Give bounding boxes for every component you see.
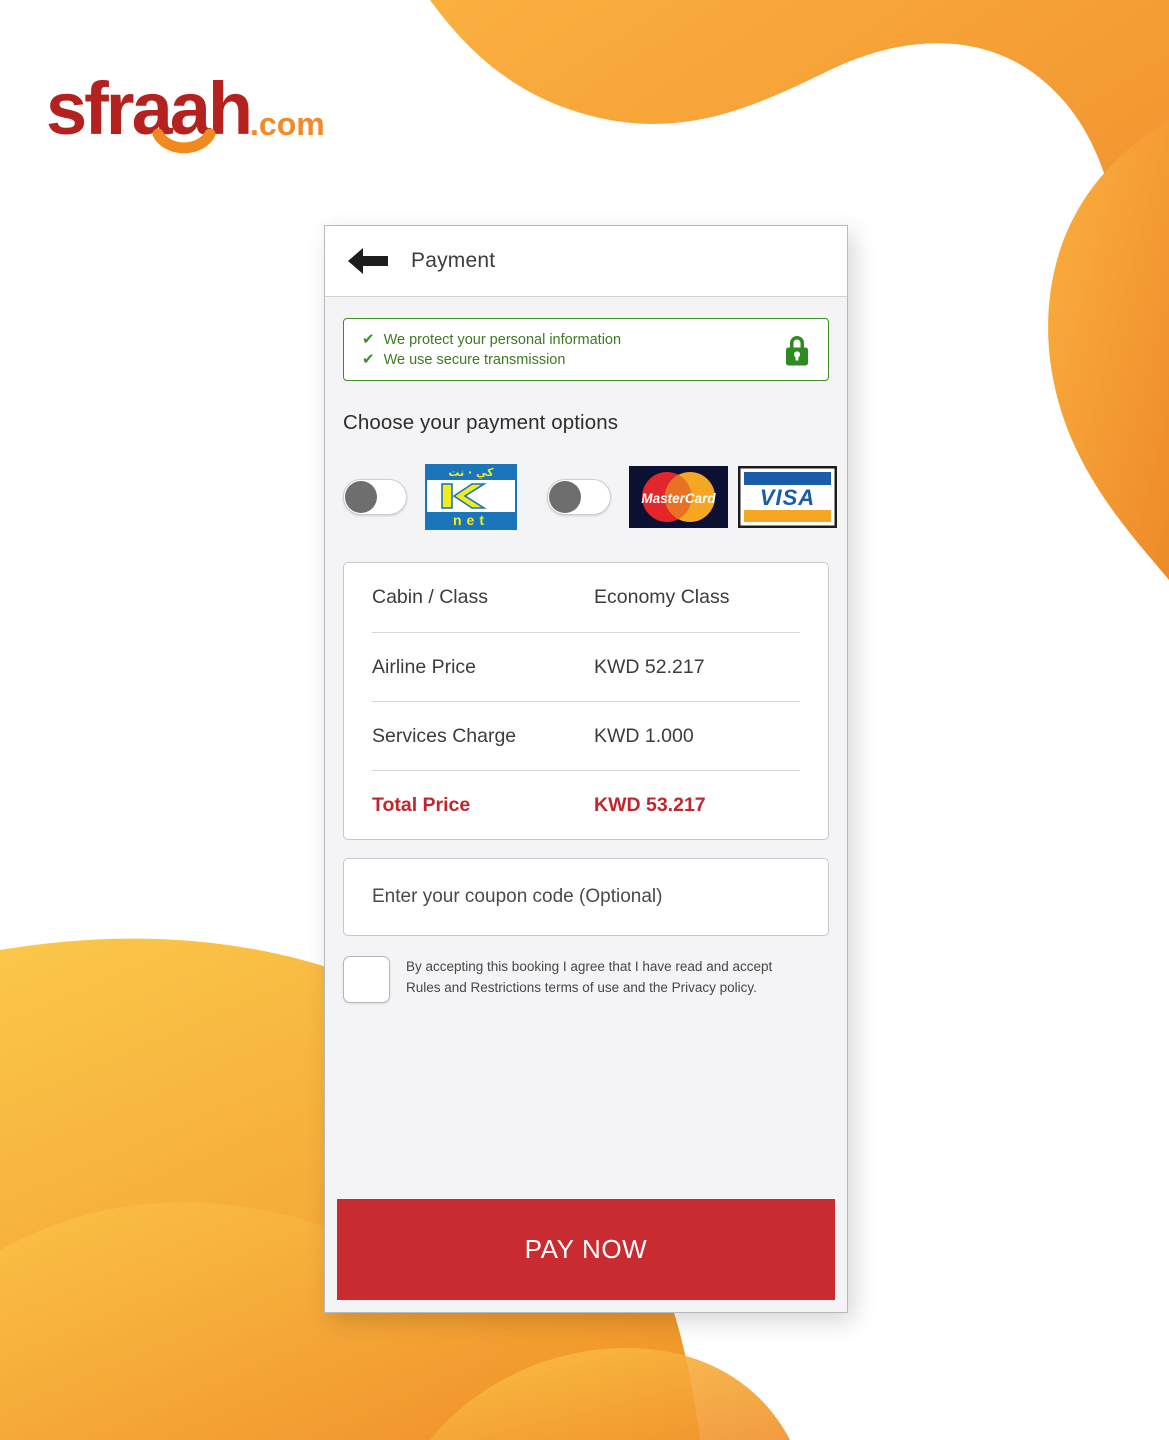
row-label: Services Charge [372, 724, 517, 747]
coupon-placeholder: Enter your coupon code (Optional) [372, 886, 663, 907]
terms-checkbox[interactable] [343, 956, 390, 1003]
pay-now-button[interactable]: PAY NOW [337, 1199, 835, 1300]
svg-text:MasterCard: MasterCard [641, 491, 716, 506]
security-line-text: We protect your personal information [383, 331, 622, 348]
phone-screen-card: Payment ✔ We protect your personal infor… [324, 225, 848, 1313]
lock-icon [786, 335, 808, 365]
svg-text:VISA: VISA [760, 485, 815, 510]
card-body: ✔ We protect your personal information ✔… [325, 297, 847, 1199]
toggle-credit-card[interactable] [547, 479, 611, 515]
logo-tld: .com [250, 106, 325, 142]
check-icon: ✔ [362, 330, 375, 348]
check-icon: ✔ [362, 350, 375, 368]
toggle-knob [549, 481, 581, 513]
price-summary-table: Cabin / Class Economy Class Airline Pric… [343, 562, 829, 840]
payment-option-knet[interactable]: كي · نت net [343, 464, 517, 530]
table-row-total: Total Price KWD 53.217 [372, 770, 800, 839]
row-value: KWD 1.000 [594, 724, 694, 747]
table-row: Cabin / Class Economy Class [372, 563, 800, 632]
svg-text:كي · نت: كي · نت [448, 466, 494, 479]
terms-row: By accepting this booking I agree that I… [343, 956, 829, 1003]
mastercard-logo: MasterCard [629, 466, 728, 528]
toggle-knob [345, 481, 377, 513]
payment-options-row: كي · نت net MasterCard VISA [343, 464, 837, 530]
knet-logo: كي · نت net [425, 464, 517, 530]
arrow-left-icon[interactable] [347, 246, 389, 276]
site-logo[interactable]: sfraah .com [46, 68, 336, 160]
table-row: Services Charge KWD 1.000 [372, 701, 800, 770]
page-title: Payment [411, 249, 496, 272]
toggle-knet[interactable] [343, 479, 407, 515]
security-lines: ✔ We protect your personal information ✔… [362, 330, 782, 370]
payment-options-heading: Choose your payment options [343, 411, 619, 434]
security-line: ✔ We use secure transmission [362, 350, 782, 370]
total-label: Total Price [372, 793, 471, 816]
security-line-text: We use secure transmission [383, 351, 566, 368]
security-banner: ✔ We protect your personal information ✔… [343, 318, 829, 381]
row-value: KWD 52.217 [594, 655, 705, 678]
total-value: KWD 53.217 [594, 793, 706, 816]
row-label: Airline Price [372, 655, 477, 678]
row-value: Economy Class [594, 586, 730, 608]
coupon-input[interactable]: Enter your coupon code (Optional) [343, 858, 829, 936]
svg-text:net: net [453, 512, 489, 528]
terms-text: By accepting this booking I agree that I… [406, 959, 773, 995]
table-row: Airline Price KWD 52.217 [372, 632, 800, 701]
app-bar: Payment [325, 226, 847, 297]
payment-option-credit-card[interactable]: MasterCard VISA [547, 466, 837, 528]
security-line: ✔ We protect your personal information [362, 330, 782, 350]
logo-wordmark: sfraah [46, 68, 250, 150]
visa-logo: VISA [738, 466, 837, 528]
row-label: Cabin / Class [372, 586, 488, 608]
